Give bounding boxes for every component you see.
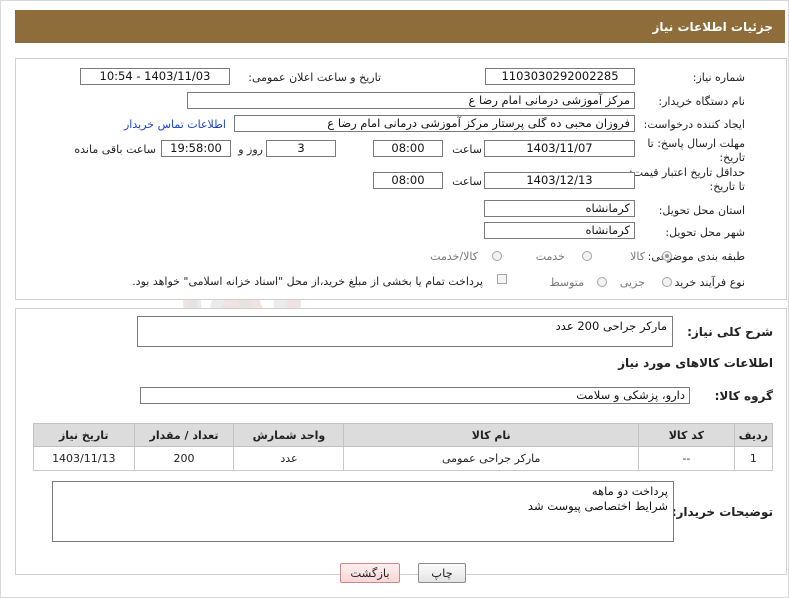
cell-date: 1403/11/13	[33, 446, 135, 471]
col-qty: تعداد / مقدار	[133, 423, 235, 447]
deadline-label: مهلت ارسال پاسخ: تا تاریخ:	[647, 137, 745, 164]
treasury-note: پرداخت تمام یا بخشی از مبلغ خرید،از محل …	[132, 275, 483, 288]
validity-date-field: 1403/12/13	[484, 172, 635, 189]
validity-label: حداقل تاریخ اعتبار قیمت: تا تاریخ:	[629, 166, 745, 193]
page-header: جزئیات اطلاعات نیاز	[15, 10, 785, 43]
cell-qty: 200	[133, 446, 235, 471]
city-label: شهر محل تحویل:	[665, 226, 745, 239]
page-title: جزئیات اطلاعات نیاز	[652, 19, 773, 34]
goods-group-label: گروه کالا:	[714, 389, 773, 403]
remaining-time-field: 19:58:00	[161, 140, 231, 157]
cell-code: --	[638, 446, 735, 471]
validity-time-label: ساعت	[452, 175, 482, 188]
cell-row: 1	[733, 446, 774, 471]
contact-buyer-link[interactable]: اطلاعات تماس خریدار	[124, 118, 226, 131]
process-radio-medium[interactable]	[597, 277, 607, 287]
buyer-notes-label: توضیحات خریدار:	[671, 505, 773, 519]
category-radio-goods[interactable]	[662, 251, 672, 261]
creator-field: فروزان محبی ده گلی پرستار مرکز آموزشی در…	[234, 115, 635, 132]
province-label: استان محل تحویل:	[658, 204, 745, 217]
col-code: کد کالا	[638, 423, 735, 447]
goods-group-field: دارو، پزشکی و سلامت	[140, 387, 690, 404]
table-row: 1 -- مارکر جراحی عمومی عدد 200 1403/11/1…	[33, 446, 774, 471]
category-radio-goods-service[interactable]	[492, 251, 502, 261]
validity-time-field: 08:00	[373, 172, 443, 189]
deadline-date-field: 1403/11/07	[484, 140, 635, 157]
col-name: نام کالا	[343, 423, 639, 447]
buyer-org-label: نام دستگاه خریدار:	[658, 95, 745, 108]
creator-label: ایجاد کننده درخواست:	[643, 118, 745, 131]
col-date: تاریخ نیاز	[33, 423, 135, 447]
need-number-field: 1103030292002285	[485, 68, 635, 85]
col-row: ردیف	[733, 423, 774, 447]
remaining-label: ساعت باقی مانده	[74, 143, 156, 156]
cell-name: مارکر جراحی عمومی	[343, 446, 639, 471]
category-option-goods-service: کالا/خدمت	[430, 250, 478, 263]
days-label: روز و	[238, 143, 263, 156]
treasury-checkbox[interactable]	[497, 274, 507, 284]
city-field: کرمانشاه	[484, 222, 635, 239]
print-button[interactable]: چاپ	[418, 563, 466, 583]
description-label: شرح کلی نیاز:	[687, 325, 773, 339]
description-textarea[interactable]: مارکر جراحی 200 عدد	[137, 316, 673, 347]
goods-table-header: ردیف کد کالا نام کالا واحد شمارش تعداد /…	[33, 423, 774, 447]
need-number-label: شماره نیاز:	[692, 71, 745, 84]
process-option-medium: متوسط	[549, 276, 584, 289]
category-radio-service[interactable]	[582, 251, 592, 261]
goods-info-title: اطلاعات کالاهای مورد نیاز	[618, 356, 773, 370]
process-label: نوع فرآیند خرید :	[667, 276, 745, 289]
cell-unit: عدد	[233, 446, 345, 471]
buyer-org-field: مرکز آموزشی درمانی امام رضا ع	[187, 92, 635, 109]
days-field: 3	[266, 140, 336, 157]
deadline-time-label: ساعت	[452, 143, 482, 156]
back-button[interactable]: بازگشت	[340, 563, 400, 583]
col-unit: واحد شمارش	[233, 423, 345, 447]
process-option-minor: جزیی	[619, 276, 645, 289]
goods-table: ردیف کد کالا نام کالا واحد شمارش تعداد /…	[33, 423, 774, 471]
announce-field: 1403/11/03 - 10:54	[80, 68, 230, 85]
announce-label: تاریخ و ساعت اعلان عمومی:	[248, 71, 381, 84]
deadline-time-field: 08:00	[373, 140, 443, 157]
category-option-goods: کالا	[630, 250, 645, 263]
category-option-service: خدمت	[535, 250, 565, 263]
process-radio-minor[interactable]	[662, 277, 672, 287]
province-field: کرمانشاه	[484, 200, 635, 217]
buyer-notes-textarea[interactable]: پرداخت دو ماهه شرایط اختصاصی پیوست شد	[52, 481, 674, 542]
